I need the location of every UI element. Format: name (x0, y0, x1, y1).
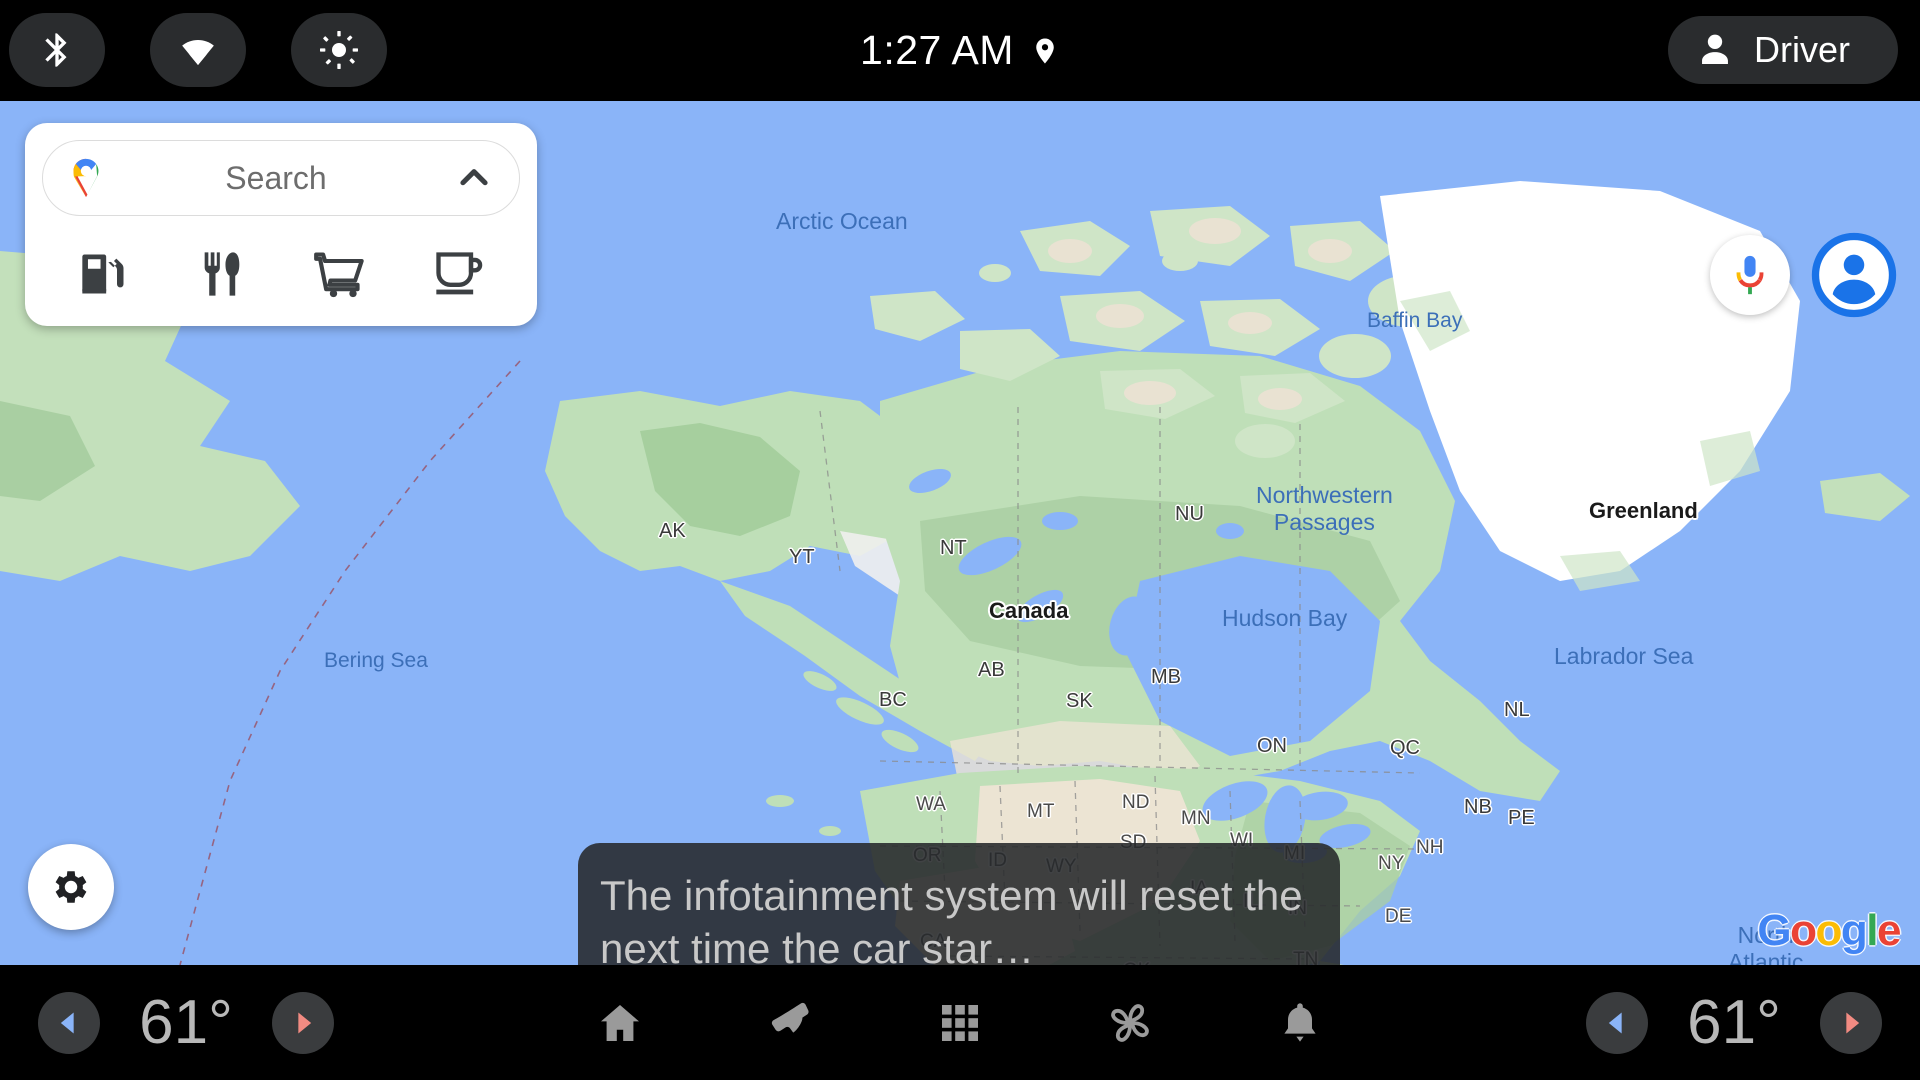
chevron-up-icon[interactable] (455, 159, 503, 197)
nav-phone-button[interactable] (754, 987, 826, 1059)
category-gas-station[interactable] (45, 248, 163, 300)
coffee-cup-icon (436, 252, 483, 295)
toast-message: The infotainment system will reset the n… (600, 872, 1303, 965)
nav-notifications-button[interactable] (1264, 987, 1336, 1059)
person-icon (1702, 34, 1728, 64)
category-coffee[interactable] (399, 248, 517, 300)
phone-icon (771, 1002, 809, 1033)
bell-icon (1284, 1002, 1316, 1042)
search-input[interactable]: Search (42, 140, 520, 216)
maps-search-card: Search (25, 123, 537, 326)
toast-notification: The infotainment system will reset the n… (578, 843, 1340, 965)
google-attribution: Google (1757, 906, 1901, 955)
fan-icon (1111, 1003, 1149, 1042)
clock: 1:27 AM (860, 27, 1014, 73)
gas-pump-icon (82, 254, 124, 294)
home-icon (601, 1004, 639, 1041)
passenger-temp-decrease-button[interactable] (1586, 991, 1648, 1054)
map-settings-button[interactable] (28, 844, 114, 930)
category-groceries[interactable] (281, 248, 399, 300)
passenger-temperature-value: 61° (1687, 988, 1781, 1057)
category-restaurants[interactable] (163, 248, 281, 300)
category-shortcuts (45, 235, 517, 313)
status-bar: 1:27 AM Driver (0, 0, 1920, 101)
gear-icon (55, 871, 87, 903)
account-circle-icon (1811, 232, 1897, 318)
nav-apps-button[interactable] (924, 987, 996, 1059)
shopping-cart-icon (314, 252, 364, 298)
taskbar: 61° 61° (0, 965, 1920, 1080)
google-assistant-mic-icon (1736, 255, 1764, 295)
triangle-right-icon (1846, 1012, 1860, 1033)
passenger-climate-control: 61° (1586, 965, 1882, 1080)
restaurant-icon (204, 252, 240, 296)
assistant-mic-button[interactable] (1710, 235, 1790, 315)
account-avatar-button[interactable] (1810, 231, 1898, 319)
passenger-temp-increase-button[interactable] (1820, 991, 1882, 1054)
apps-grid-icon (942, 1004, 978, 1041)
search-placeholder-text: Search (225, 159, 327, 196)
map-view[interactable]: Arctic Ocean Baffin Bay Northwestern Pas… (0, 101, 1920, 965)
clock-area: 1:27 AM (0, 0, 1920, 101)
triangle-left-icon (1608, 1012, 1622, 1033)
location-pin-icon (1030, 36, 1060, 66)
driver-profile-label: Driver (1754, 29, 1850, 70)
infotainment-screen: 1:27 AM Driver Arctic Ocean Baffin Bay N… (0, 0, 1920, 1080)
nav-climate-button[interactable] (1094, 987, 1166, 1059)
driver-profile-button[interactable]: Driver (1668, 16, 1898, 84)
nav-home-button[interactable] (584, 987, 656, 1059)
